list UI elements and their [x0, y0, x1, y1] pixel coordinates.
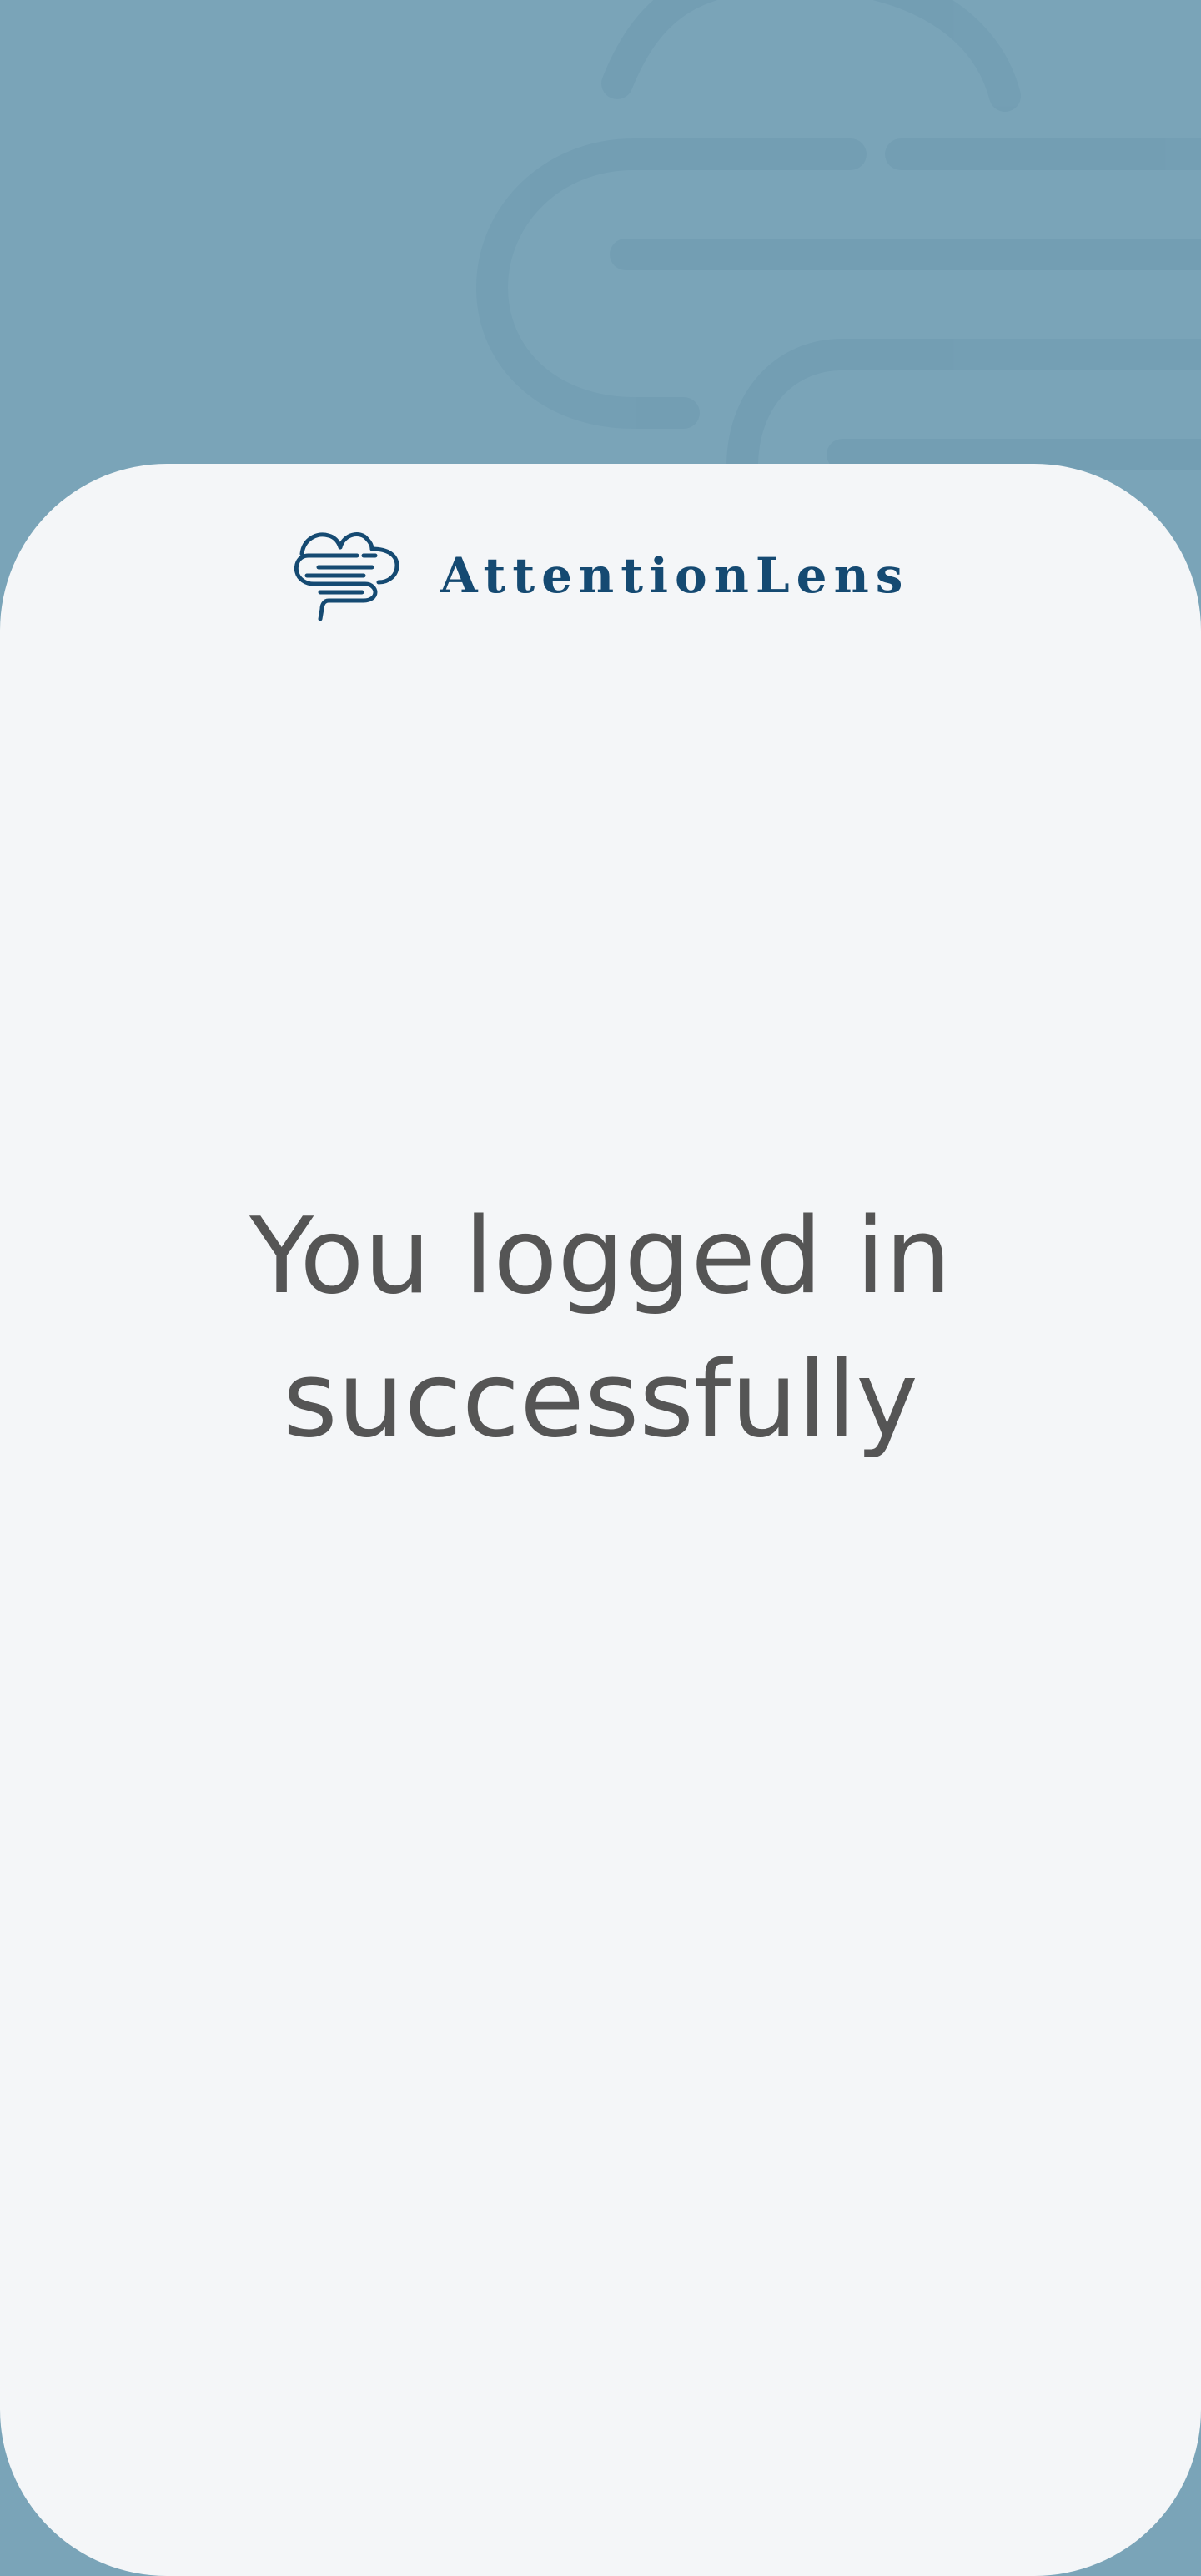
brand-header: AttentionLens: [0, 526, 1201, 626]
success-message-line-2: successfully: [283, 1338, 918, 1461]
brain-icon: [292, 526, 409, 626]
success-message: You logged in successfully: [0, 1185, 1201, 1472]
success-message-line-1: You logged in: [249, 1195, 952, 1317]
background-pattern: [475, 0, 1201, 517]
brand-name: AttentionLens: [440, 547, 910, 604]
content-card: [0, 464, 1201, 2576]
